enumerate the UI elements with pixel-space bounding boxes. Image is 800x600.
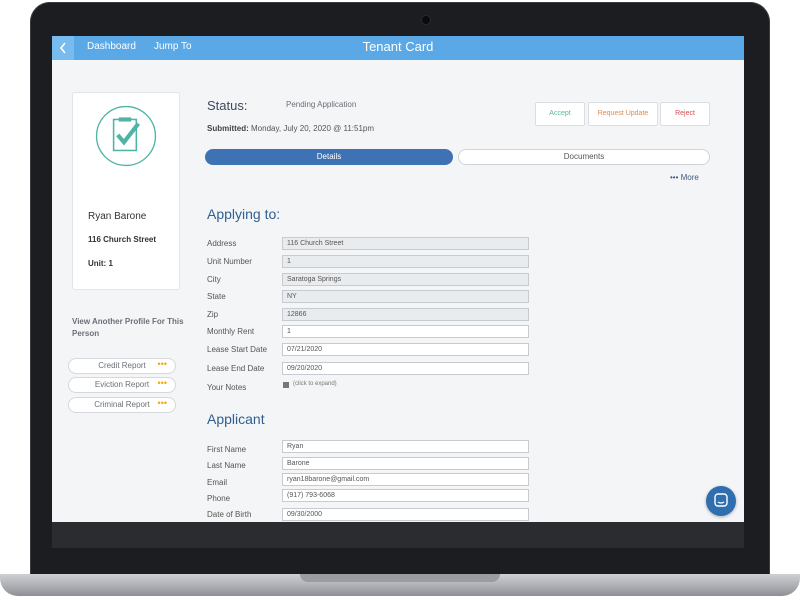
address-field[interactable]: 116 Church Street bbox=[282, 237, 529, 250]
field-label: State bbox=[207, 292, 226, 301]
field-label: First Name bbox=[207, 445, 247, 454]
field-label: City bbox=[207, 275, 221, 284]
date-of-birth-field[interactable]: 09/30/2000 bbox=[282, 508, 529, 521]
note-icon[interactable] bbox=[283, 382, 289, 388]
top-bar: Dashboard Jump To Tenant Card bbox=[52, 36, 744, 60]
submitted-info: Submitted: Monday, July 20, 2020 @ 11:51… bbox=[207, 124, 374, 133]
view-another-profile-heading: View Another Profile For This Person bbox=[72, 317, 184, 338]
chat-button[interactable] bbox=[706, 486, 736, 516]
field-label: Lease Start Date bbox=[207, 345, 268, 354]
reject-button[interactable]: Reject bbox=[660, 102, 710, 126]
field-label: Zip bbox=[207, 310, 219, 319]
zip-field[interactable]: 12866 bbox=[282, 308, 529, 321]
lease-start-date-field[interactable]: 07/21/2020 bbox=[282, 343, 529, 356]
tenant-unit: Unit: 1 bbox=[88, 259, 113, 268]
page-title: Tenant Card bbox=[362, 39, 434, 54]
notes-label: Your Notes bbox=[207, 383, 247, 392]
lease-end-date-field[interactable]: 09/20/2020 bbox=[282, 362, 529, 375]
field-label: Monthly Rent bbox=[207, 327, 255, 336]
screen: Dashboard Jump To Tenant Card Ryan Baron… bbox=[52, 36, 744, 522]
tab-documents[interactable]: Documents bbox=[458, 149, 710, 165]
status-label: Status: bbox=[207, 98, 248, 113]
more-link[interactable]: ••• More bbox=[670, 173, 699, 182]
submitted-label: Submitted: bbox=[207, 124, 249, 133]
accept-button[interactable]: Accept bbox=[535, 102, 585, 126]
phone-field[interactable]: (917) 793-6068 bbox=[282, 489, 529, 502]
chat-bubble-icon bbox=[714, 493, 728, 507]
monthly-rent-field[interactable]: 1 bbox=[282, 325, 529, 338]
eviction-report-button[interactable]: Eviction Report ••• bbox=[68, 377, 176, 393]
profile-card: Ryan Barone 116 Church Street Unit: 1 bbox=[72, 92, 180, 290]
report-label: Eviction Report bbox=[94, 380, 150, 389]
report-label: Credit Report bbox=[98, 361, 146, 370]
laptop-notch bbox=[300, 574, 500, 582]
unit-number-field[interactable]: 1 bbox=[282, 255, 529, 268]
credit-report-button[interactable]: Credit Report ••• bbox=[68, 358, 176, 374]
tenant-street: 116 Church Street bbox=[88, 235, 157, 244]
applicant-heading: Applicant bbox=[207, 411, 265, 427]
status-value: Pending Application bbox=[286, 100, 357, 109]
first-name-field[interactable]: Ryan bbox=[282, 440, 529, 453]
email-field[interactable]: ryan18barone@gmail.com bbox=[282, 473, 529, 486]
field-label: Unit Number bbox=[207, 257, 252, 266]
notes-expand-hint[interactable]: (click to expand) bbox=[293, 381, 337, 387]
request-update-button[interactable]: Request Update bbox=[588, 102, 658, 126]
criminal-report-button[interactable]: Criminal Report ••• bbox=[68, 397, 176, 413]
field-label: Date of Birth bbox=[207, 510, 252, 519]
applying-to-heading: Applying to: bbox=[207, 206, 281, 222]
webcam-icon bbox=[422, 16, 430, 24]
city-field[interactable]: Saratoga Springs bbox=[282, 273, 529, 286]
field-label: Last Name bbox=[207, 461, 246, 470]
more-dots-icon: ••• bbox=[157, 359, 167, 369]
field-label: Email bbox=[207, 478, 228, 487]
submitted-value: Monday, July 20, 2020 @ 11:51pm bbox=[251, 124, 375, 133]
laptop-chin bbox=[52, 522, 744, 548]
last-name-field[interactable]: Barone bbox=[282, 457, 529, 470]
field-label: Address bbox=[207, 239, 237, 248]
field-label: Lease End Date bbox=[207, 364, 265, 373]
field-label: Phone bbox=[207, 494, 231, 503]
more-dots-icon: ••• bbox=[157, 378, 167, 388]
clipboard-check-icon bbox=[95, 105, 157, 167]
state-field[interactable]: NY bbox=[282, 290, 529, 303]
more-dots-icon: ••• bbox=[157, 398, 167, 408]
report-label: Criminal Report bbox=[94, 400, 150, 409]
tab-details[interactable]: Details bbox=[205, 149, 453, 165]
tenant-name: Ryan Barone bbox=[88, 211, 147, 222]
